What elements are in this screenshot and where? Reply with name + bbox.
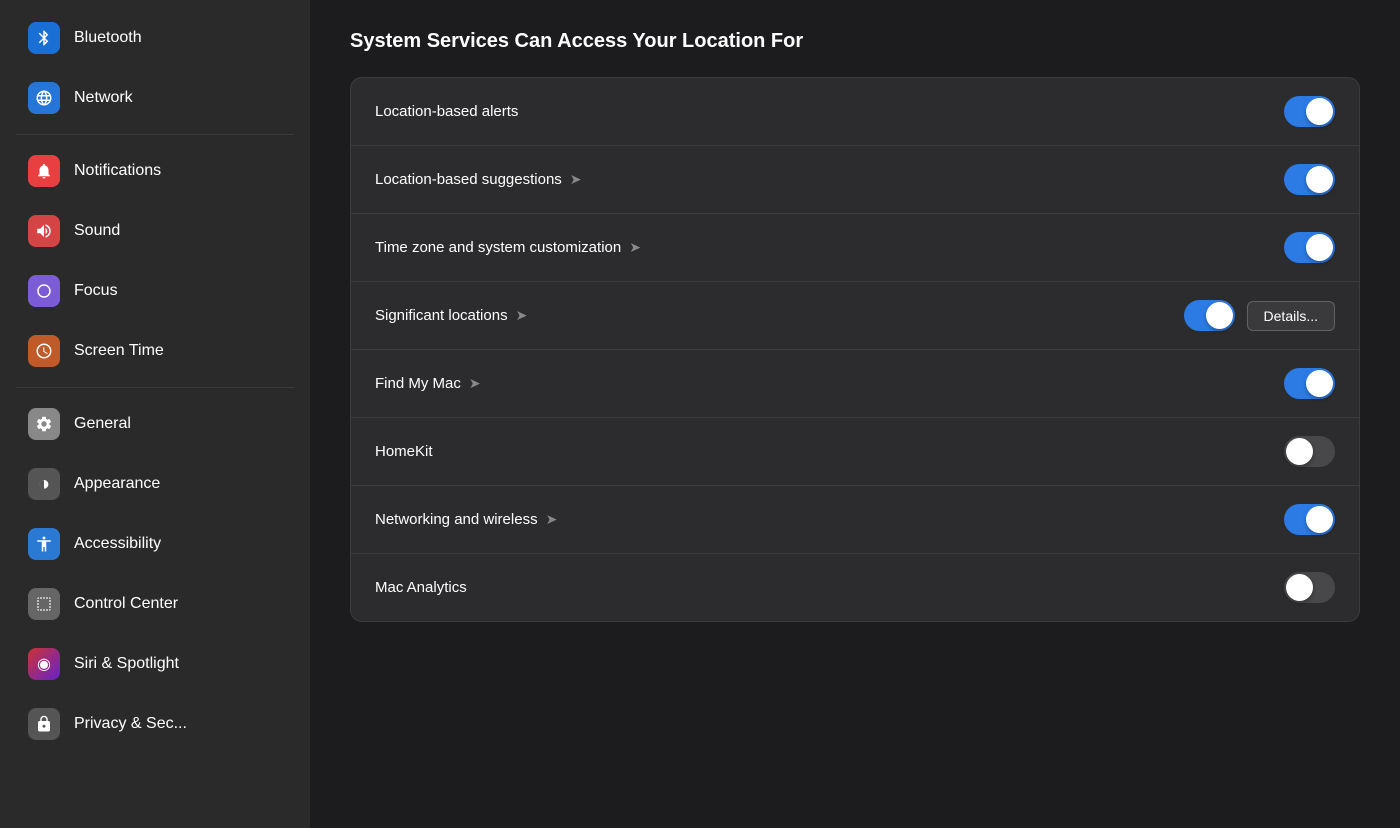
sidebar-label-screentime: Screen Time [74, 342, 164, 360]
label-significant-locations: Significant locations ➤ [375, 307, 1184, 324]
significant-locations-text: Significant locations [375, 307, 508, 324]
sidebar-item-controlcenter[interactable]: Control Center [8, 576, 302, 632]
toggle-knob-significant-locations [1206, 302, 1233, 329]
row-timezone: Time zone and system customization ➤ [351, 214, 1359, 282]
homekit-text: HomeKit [375, 443, 433, 460]
label-location-alerts: Location-based alerts [375, 103, 1284, 120]
location-arrow-networking: ➤ [546, 511, 558, 528]
controls-timezone [1284, 232, 1335, 263]
siri-icon: ◉ [28, 648, 60, 680]
controls-find-my-mac [1284, 368, 1335, 399]
location-suggestions-text: Location-based suggestions [375, 171, 562, 188]
sidebar-item-network[interactable]: Network [8, 70, 302, 126]
sidebar-label-privacy: Privacy & Sec... [74, 715, 187, 733]
toggle-knob-location-suggestions [1306, 166, 1333, 193]
toggle-location-suggestions[interactable] [1284, 164, 1335, 195]
location-arrow-findmymac: ➤ [469, 375, 481, 392]
network-icon [28, 82, 60, 114]
toggle-homekit[interactable] [1284, 436, 1335, 467]
controls-homekit [1284, 436, 1335, 467]
toggle-knob-find-my-mac [1306, 370, 1333, 397]
controls-location-alerts [1284, 96, 1335, 127]
row-networking-wireless: Networking and wireless ➤ [351, 486, 1359, 554]
sidebar-label-general: General [74, 415, 131, 433]
toggle-timezone[interactable] [1284, 232, 1335, 263]
settings-panel: Location-based alerts Location-based sug… [350, 77, 1360, 622]
find-my-mac-text: Find My Mac [375, 375, 461, 392]
toggle-find-my-mac[interactable] [1284, 368, 1335, 399]
sidebar-separator-2 [16, 387, 294, 388]
networking-wireless-text: Networking and wireless [375, 511, 538, 528]
sidebar-item-focus[interactable]: Focus [8, 263, 302, 319]
sidebar-label-accessibility: Accessibility [74, 535, 161, 553]
sidebar-label-siri: Siri & Spotlight [74, 655, 179, 673]
toggle-knob-timezone [1306, 234, 1333, 261]
sidebar-item-accessibility[interactable]: Accessibility [8, 516, 302, 572]
sidebar-item-privacy[interactable]: Privacy & Sec... [8, 696, 302, 752]
row-significant-locations: Significant locations ➤ Details... [351, 282, 1359, 350]
sidebar-label-sound: Sound [74, 222, 120, 240]
sidebar-item-sound[interactable]: Sound [8, 203, 302, 259]
details-button[interactable]: Details... [1247, 301, 1335, 331]
sidebar-item-screentime[interactable]: Screen Time [8, 323, 302, 379]
toggle-knob-mac-analytics [1286, 574, 1313, 601]
toggle-knob-homekit [1286, 438, 1313, 465]
label-networking-wireless: Networking and wireless ➤ [375, 511, 1284, 528]
sidebar-item-notifications[interactable]: Notifications [8, 143, 302, 199]
sidebar-item-general[interactable]: General [8, 396, 302, 452]
row-find-my-mac: Find My Mac ➤ [351, 350, 1359, 418]
row-location-alerts: Location-based alerts [351, 78, 1359, 146]
sidebar: Bluetooth Network Notifications Sound [0, 0, 310, 828]
label-find-my-mac: Find My Mac ➤ [375, 375, 1284, 392]
controls-networking-wireless [1284, 504, 1335, 535]
sidebar-label-focus: Focus [74, 282, 118, 300]
location-arrow-suggestions: ➤ [570, 171, 582, 188]
toggle-knob-networking-wireless [1306, 506, 1333, 533]
sidebar-item-bluetooth[interactable]: Bluetooth [8, 10, 302, 66]
controls-location-suggestions [1284, 164, 1335, 195]
location-arrow-timezone: ➤ [629, 239, 641, 256]
timezone-text: Time zone and system customization [375, 239, 621, 256]
general-icon [28, 408, 60, 440]
sidebar-label-notifications: Notifications [74, 162, 161, 180]
sidebar-item-appearance[interactable]: ◑ Appearance [8, 456, 302, 512]
row-location-suggestions: Location-based suggestions ➤ [351, 146, 1359, 214]
row-mac-analytics: Mac Analytics [351, 554, 1359, 621]
controls-mac-analytics [1284, 572, 1335, 603]
section-title: System Services Can Access Your Location… [350, 30, 1360, 53]
sidebar-label-bluetooth: Bluetooth [74, 29, 142, 47]
toggle-networking-wireless[interactable] [1284, 504, 1335, 535]
label-timezone: Time zone and system customization ➤ [375, 239, 1284, 256]
sound-icon [28, 215, 60, 247]
toggle-significant-locations[interactable] [1184, 300, 1235, 331]
location-alerts-text: Location-based alerts [375, 103, 518, 120]
toggle-location-alerts[interactable] [1284, 96, 1335, 127]
controls-significant-locations: Details... [1184, 300, 1335, 331]
controlcenter-icon [28, 588, 60, 620]
appearance-icon: ◑ [28, 468, 60, 500]
mac-analytics-text: Mac Analytics [375, 579, 467, 596]
sidebar-label-controlcenter: Control Center [74, 595, 178, 613]
toggle-mac-analytics[interactable] [1284, 572, 1335, 603]
sidebar-label-network: Network [74, 89, 133, 107]
toggle-knob-location-alerts [1306, 98, 1333, 125]
sidebar-item-siri[interactable]: ◉ Siri & Spotlight [8, 636, 302, 692]
bluetooth-icon [28, 22, 60, 54]
label-mac-analytics: Mac Analytics [375, 579, 1284, 596]
row-homekit: HomeKit [351, 418, 1359, 486]
focus-icon [28, 275, 60, 307]
notifications-icon [28, 155, 60, 187]
sidebar-label-appearance: Appearance [74, 475, 160, 493]
sidebar-separator-1 [16, 134, 294, 135]
label-location-suggestions: Location-based suggestions ➤ [375, 171, 1284, 188]
accessibility-icon [28, 528, 60, 560]
location-arrow-significant: ➤ [516, 307, 528, 324]
label-homekit: HomeKit [375, 443, 1284, 460]
screentime-icon [28, 335, 60, 367]
privacy-icon [28, 708, 60, 740]
main-content: System Services Can Access Your Location… [310, 0, 1400, 828]
